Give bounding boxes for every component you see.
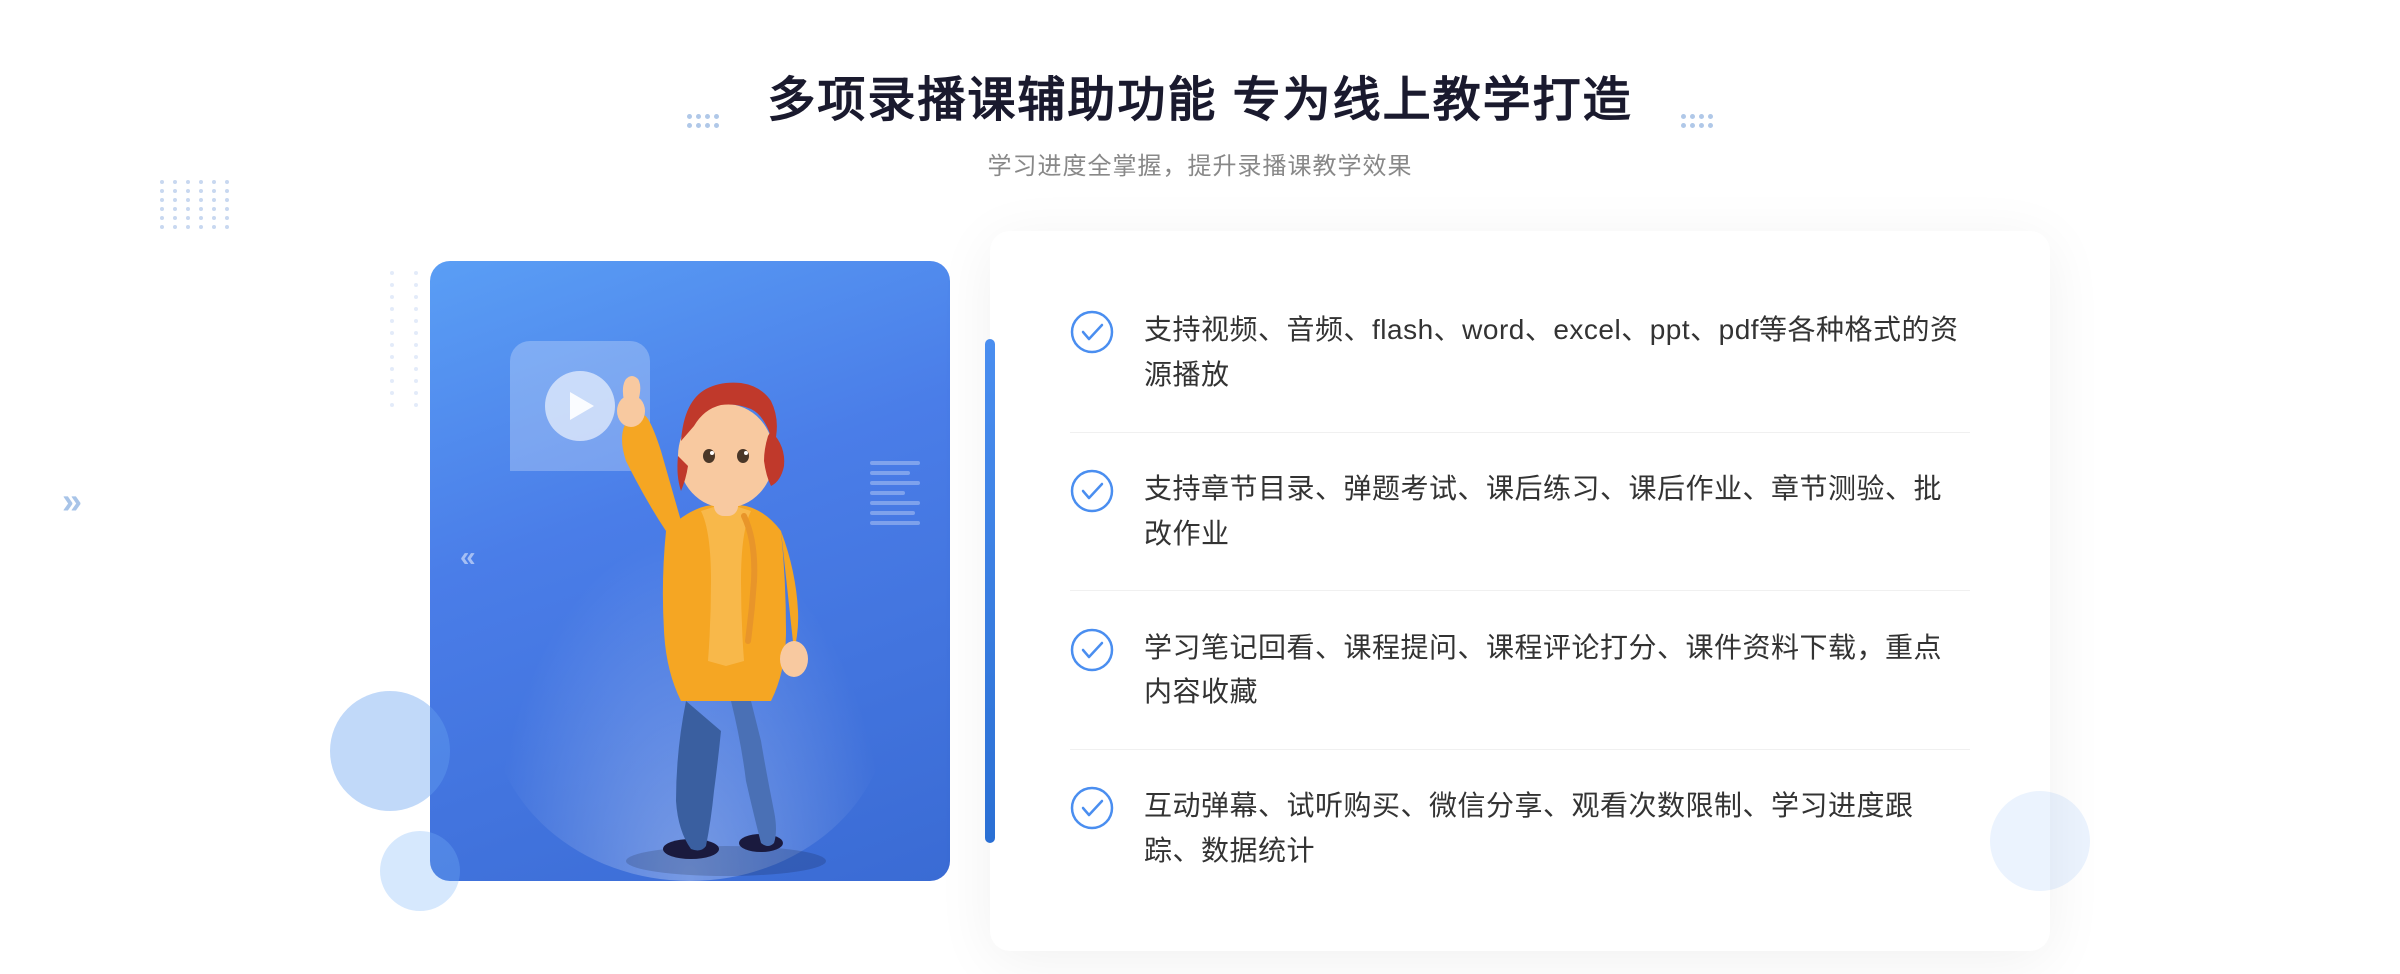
chevron-left-icon: » [62,480,82,522]
deco-circle-bottom-right [1990,791,2090,891]
feature-text-2: 支持章节目录、弹题考试、课后练习、课后作业、章节测验、批改作业 [1144,467,1970,557]
circle-decoration-2 [380,831,460,911]
divider-2 [1070,590,1970,591]
feature-item-3: 学习笔记回看、课程提问、课程评论打分、课件资料下载，重点内容收藏 [1070,606,1970,736]
check-circle-icon-1 [1070,310,1114,354]
page-subtitle: 学习进度全掌握，提升录播课教学效果 [767,146,1632,181]
page-container: » 多项录播课辅助功能 专为线上教学打造 学习进度全掌握，提升录播课教学效果 [0,0,2400,974]
page-title: 多项录播课辅助功能 专为线上教学打造 [767,60,1632,130]
feature-text-4: 互动弹幕、试听购买、微信分享、观看次数限制、学习进度跟踪、数据统计 [1144,784,1970,874]
feature-item-4: 互动弹幕、试听购买、微信分享、观看次数限制、学习进度跟踪、数据统计 [1070,764,1970,894]
feature-item-2: 支持章节目录、弹题考试、课后练习、课后作业、章节测验、批改作业 [1070,447,1970,577]
feature-item-1: 支持视频、音频、flash、word、excel、ppt、pdf等各种格式的资源… [1070,288,1970,418]
features-panel: 支持视频、音频、flash、word、excel、ppt、pdf等各种格式的资源… [990,231,2050,951]
circle-decoration-1 [330,691,450,811]
divider-1 [1070,432,1970,433]
content-area: « 支持视频、音频、flash、word、excel、ppt、pdf等各种格式的… [350,231,2050,951]
feature-text-3: 学习笔记回看、课程提问、课程评论打分、课件资料下载，重点内容收藏 [1144,626,1970,716]
check-circle-icon-2 [1070,469,1114,513]
chevron-inner-icon: « [460,541,476,573]
illustration-container: « [350,231,1030,931]
divider-3 [1070,749,1970,750]
check-circle-icon-4 [1070,786,1114,830]
check-circle-icon-3 [1070,628,1114,672]
decorative-dots-left [160,180,240,260]
header-deco-right [1681,114,1713,128]
feature-text-1: 支持视频、音频、flash、word、excel、ppt、pdf等各种格式的资源… [1144,308,1970,398]
blue-accent-bar [985,339,995,843]
header-deco-left [687,114,719,128]
header-section: 多项录播课辅助功能 专为线上教学打造 学习进度全掌握，提升录播课教学效果 [767,60,1632,181]
blue-illustration-card: « [430,261,950,881]
person-illustration [546,301,906,881]
